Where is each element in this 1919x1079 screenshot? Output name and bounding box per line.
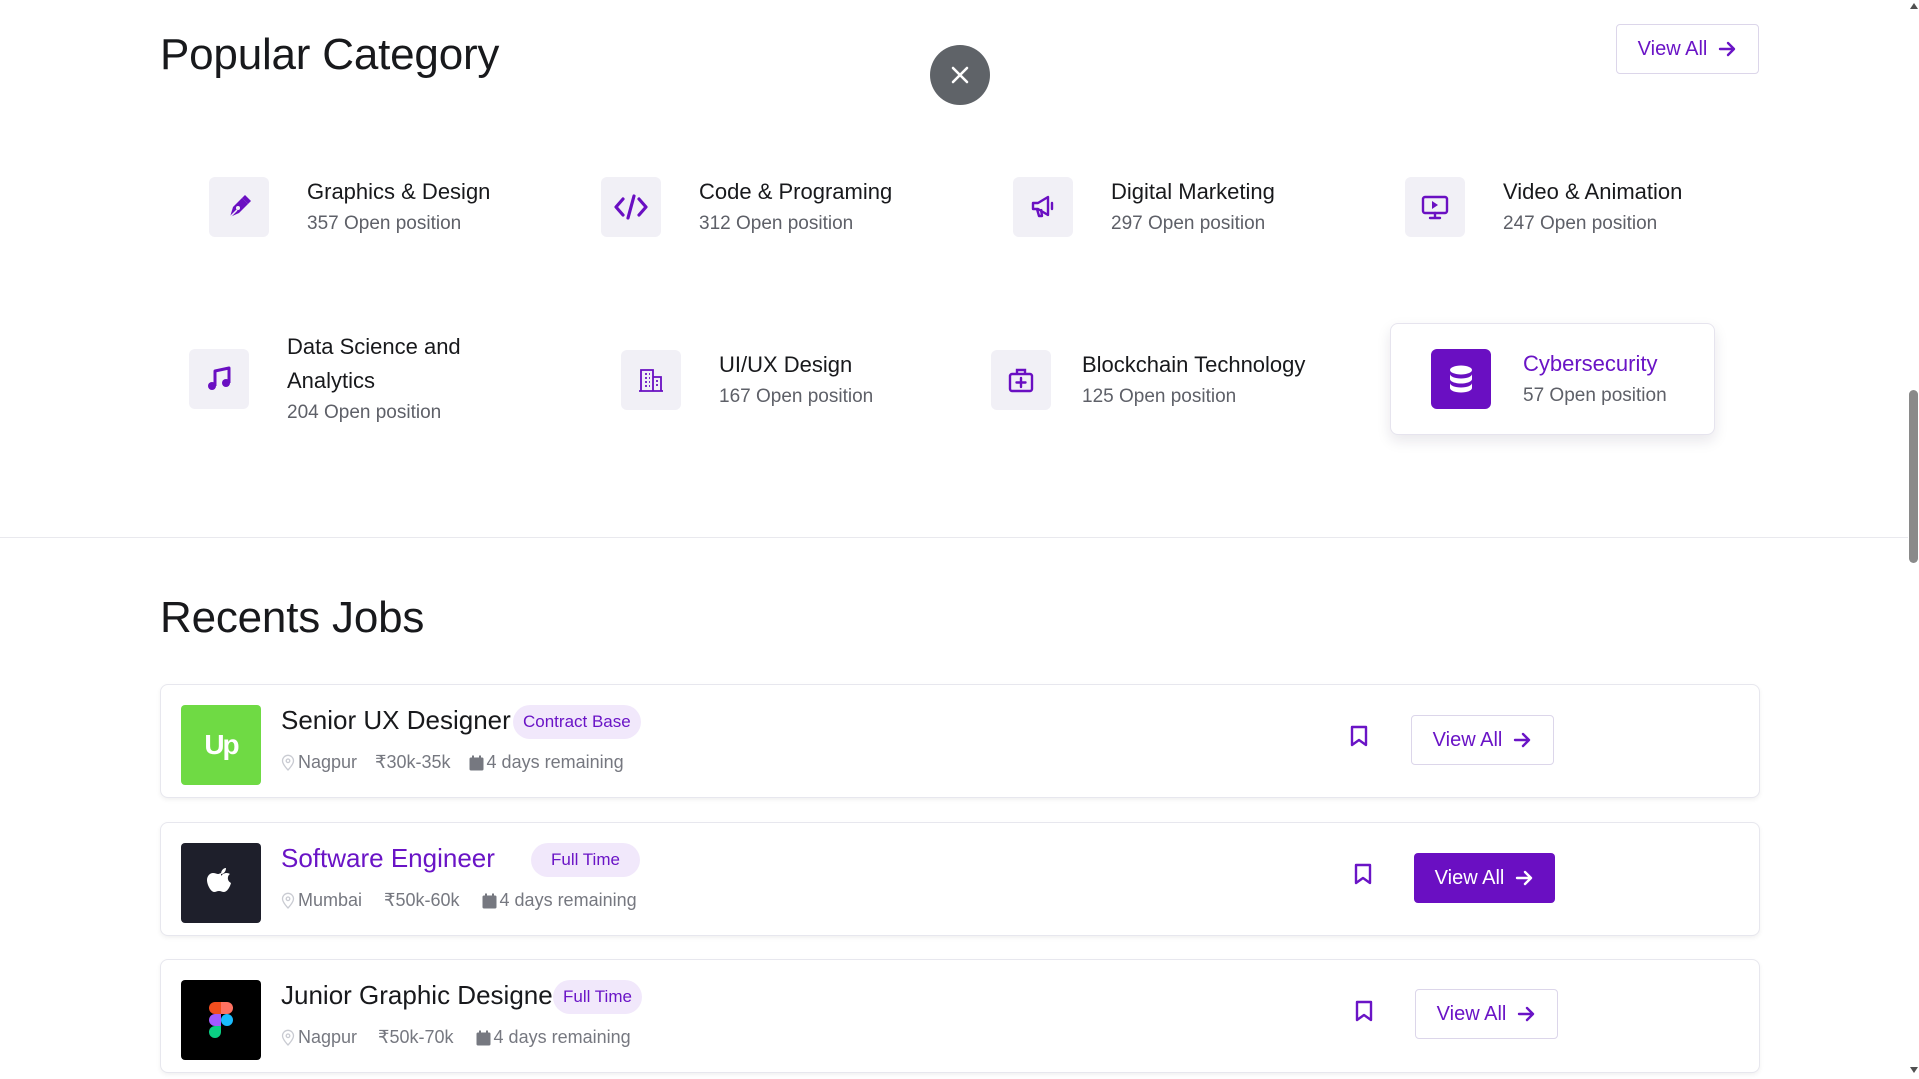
job-remaining: 4 days remaining [476,1027,631,1048]
music-note-icon [189,349,249,409]
upwork-logo: Up [181,705,261,785]
location-pin-icon [281,754,295,771]
arrow-right-icon [1516,1004,1536,1024]
category-name: Cybersecurity [1523,351,1658,376]
category-name: Code & Programing [699,179,893,204]
category-count: 57 Open position [1523,385,1667,406]
view-all-label: View All [1434,866,1505,889]
job-salary: ₹50k-70k [378,1027,454,1047]
close-icon [951,66,969,84]
close-button[interactable] [930,45,990,105]
job-remaining-text: 4 days remaining [499,890,637,910]
scrollbar-thumb[interactable] [1909,390,1918,563]
arrow-right-icon [1512,730,1532,750]
job-location: Nagpur [281,1027,357,1048]
upwork-logo-text: Up [204,729,239,760]
bookmark-icon [1355,1000,1373,1022]
job-meta: Mumbai ₹50k-60k 4 days remaining [281,890,637,911]
calendar-icon [469,755,484,770]
category-video-animation[interactable]: Video & Animation 247 Open position [1405,175,1682,239]
job-title[interactable]: Senior UX Designer [281,705,511,736]
calendar-icon [482,893,497,908]
job-remaining: 4 days remaining [482,890,637,911]
job-remaining-text: 4 days remaining [493,1027,631,1047]
job-card[interactable]: Junior Graphic Designer Full Time Nagpur… [160,959,1760,1073]
view-all-label: View All [1432,728,1503,751]
apple-logo [181,843,261,923]
bookmark-button[interactable] [1350,725,1368,752]
job-view-all-button[interactable]: View All [1411,715,1554,765]
database-icon [1431,349,1491,409]
category-data-science[interactable]: Data Science and Analytics 204 Open posi… [189,330,517,428]
calendar-icon [476,1030,491,1045]
building-icon [621,350,681,410]
scroll-up-arrow-icon[interactable] [1909,2,1919,10]
popular-category-title: Popular Category [160,30,500,79]
megaphone-icon [1013,177,1073,237]
arrow-right-icon [1514,868,1534,888]
category-count: 312 Open position [699,213,854,234]
location-pin-icon [281,892,295,909]
job-salary: ₹30k-35k [375,752,451,772]
category-name: Video & Animation [1503,179,1683,204]
pen-tool-icon [209,177,269,237]
figma-logo [181,980,261,1060]
category-code-programing[interactable]: Code & Programing 312 Open position [601,175,892,239]
category-name: UI/UX Design [719,352,853,377]
category-count: 357 Open position [307,213,462,234]
job-card[interactable]: Software Engineer Full Time Mumbai ₹50k-… [160,822,1760,936]
job-location-text: Nagpur [298,752,358,772]
category-ui-ux-design[interactable]: UI/UX Design 167 Open position [621,348,873,412]
job-title[interactable]: Junior Graphic Designer [281,980,561,1011]
job-salary: ₹50k-60k [384,890,460,910]
job-card[interactable]: Up Senior UX Designer Contract Base Nagp… [160,684,1760,798]
arrow-right-icon [1717,39,1737,59]
job-type-badge: Full Time [553,980,642,1014]
category-name: Digital Marketing [1111,179,1275,204]
bookmark-icon [1354,863,1372,885]
page-scrollbar[interactable] [1908,0,1919,1079]
job-type-badge: Full Time [531,843,640,877]
job-location-text: Mumbai [298,890,363,910]
monitor-play-icon [1405,177,1465,237]
job-type-badge: Contract Base [513,705,641,739]
bookmark-button[interactable] [1354,863,1372,890]
job-meta: Nagpur ₹30k-35k 4 days remaining [281,752,624,773]
category-count: 297 Open position [1111,213,1266,234]
job-location: Nagpur [281,752,357,773]
recent-jobs-title: Recents Jobs [160,593,425,642]
category-count: 167 Open position [719,386,874,407]
category-count: 125 Open position [1082,386,1237,407]
job-view-all-button[interactable]: View All [1415,989,1558,1039]
popular-view-all-button[interactable]: View All [1616,24,1759,74]
job-remaining: 4 days remaining [469,752,624,773]
bookmark-icon [1350,725,1368,747]
page: Popular Category View All Graphics & Des… [0,0,1919,1079]
category-count: 204 Open position [287,402,442,423]
medical-kit-icon [991,350,1051,410]
bookmark-button[interactable] [1355,1000,1373,1027]
category-name: Graphics & Design [307,179,491,204]
job-location-text: Nagpur [298,1027,358,1047]
view-all-label: View All [1436,1002,1507,1025]
job-remaining-text: 4 days remaining [486,752,624,772]
job-title[interactable]: Software Engineer [281,843,495,874]
job-view-all-button[interactable]: View All [1414,853,1555,903]
category-blockchain[interactable]: Blockchain Technology 125 Open position [991,348,1305,412]
view-all-label: View All [1637,37,1708,60]
category-digital-marketing[interactable]: Digital Marketing 297 Open position [1013,175,1275,239]
code-icon [601,177,661,237]
category-cybersecurity[interactable]: Cybersecurity 57 Open position [1390,323,1715,435]
section-divider [0,537,1908,538]
job-location: Mumbai [281,890,362,911]
category-name: Blockchain Technology [1082,352,1306,377]
job-meta: Nagpur ₹50k-70k 4 days remaining [281,1027,631,1048]
category-graphics-design[interactable]: Graphics & Design 357 Open position [209,175,490,239]
location-pin-icon [281,1029,295,1046]
category-name: Data Science and Analytics [287,334,461,393]
scroll-down-arrow-icon[interactable] [1909,1066,1919,1074]
category-count: 247 Open position [1503,213,1658,234]
